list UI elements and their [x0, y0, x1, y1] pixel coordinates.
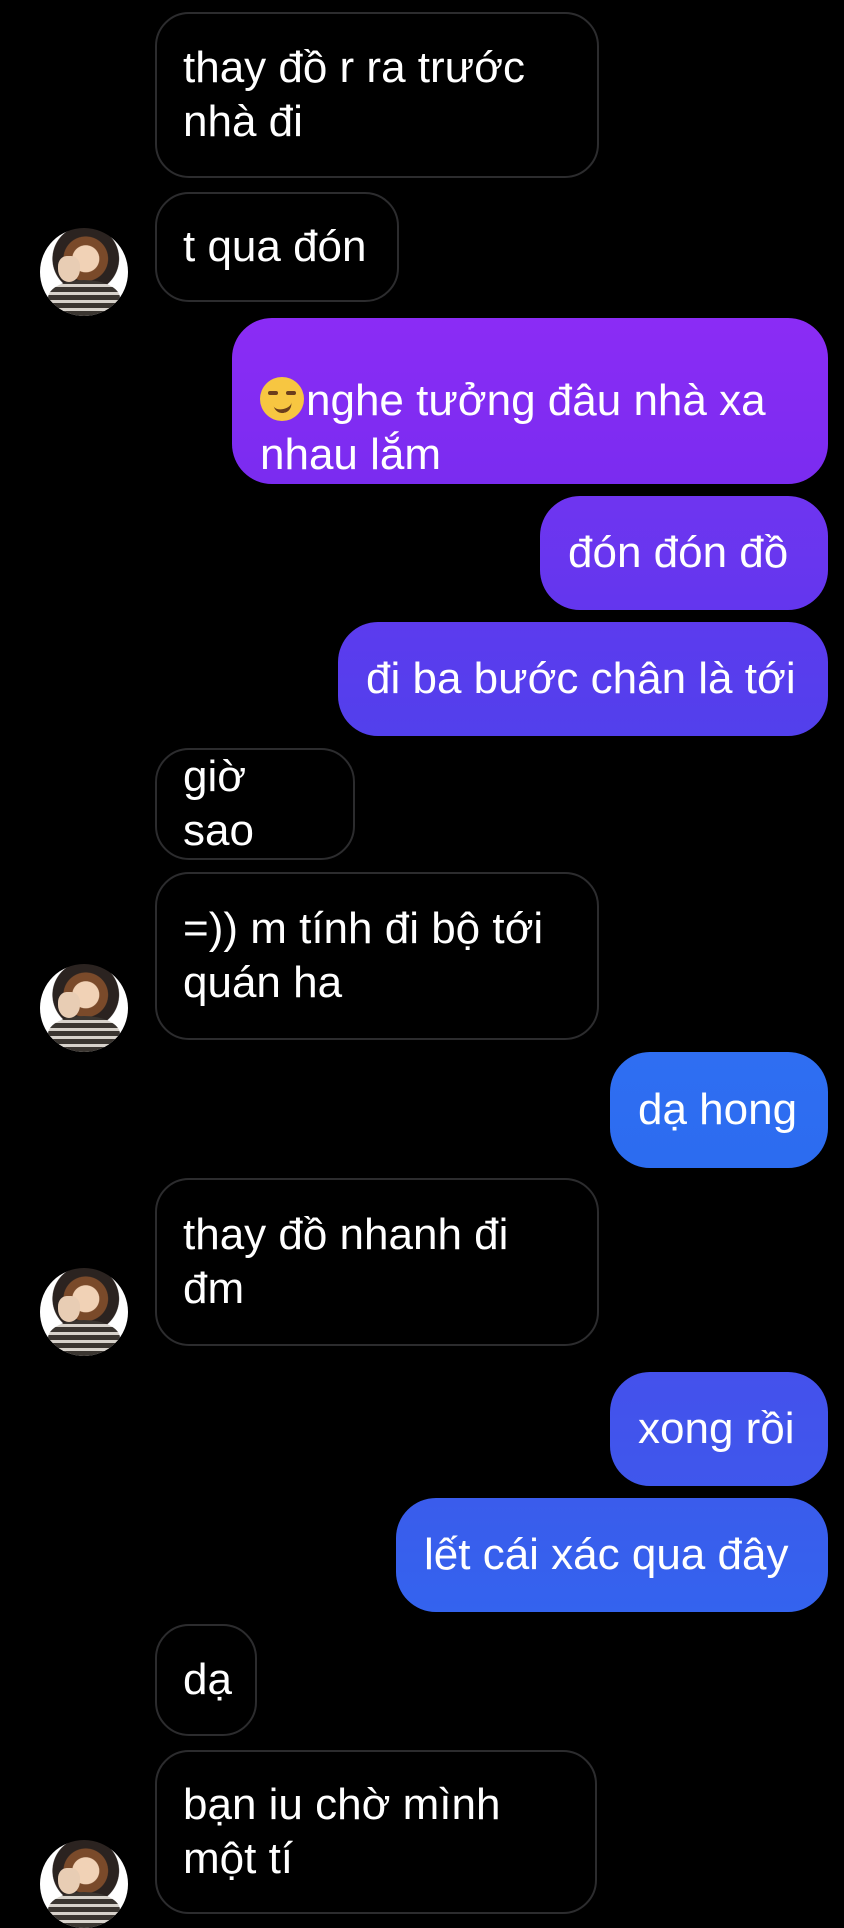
- message-text: giờ sao: [183, 752, 254, 855]
- message-bubble-received[interactable]: dạ: [155, 1624, 257, 1736]
- contact-avatar[interactable]: [40, 228, 128, 316]
- message-text: đi ba bước chân là tới: [366, 654, 796, 703]
- message-text: dạ: [183, 1655, 232, 1704]
- message-text: thay đồ nhanh đi đm: [183, 1210, 509, 1313]
- avatar-shirt: [48, 1320, 120, 1356]
- message-text: =)) m tính đi bộ tới quán ha: [183, 904, 544, 1007]
- message-text: t qua đón: [183, 222, 367, 271]
- message-bubble-received[interactable]: thay đồ r ra trước nhà đi: [155, 12, 599, 178]
- avatar-shirt: [48, 1016, 120, 1052]
- avatar-hand: [58, 256, 80, 282]
- message-bubble-sent[interactable]: dạ hong: [610, 1052, 828, 1168]
- avatar-hand: [58, 1868, 80, 1894]
- contact-avatar[interactable]: [40, 1840, 128, 1928]
- message-bubble-sent[interactable]: lết cái xác qua đây: [396, 1498, 828, 1612]
- message-bubble-sent[interactable]: xong rồi: [610, 1372, 828, 1486]
- message-bubble-received[interactable]: thay đồ nhanh đi đm: [155, 1178, 599, 1346]
- message-bubble-received[interactable]: bạn iu chờ mình một tí: [155, 1750, 597, 1914]
- message-text: nghe tưởng đâu nhà xa nhau lắm: [260, 320, 766, 482]
- avatar-shirt: [48, 280, 120, 316]
- message-text: thay đồ r ra trước nhà đi: [183, 43, 525, 146]
- message-text: dạ hong: [638, 1085, 798, 1134]
- message-text: lết cái xác qua đây: [424, 1530, 789, 1579]
- avatar-hand: [58, 992, 80, 1018]
- message-bubble-received[interactable]: t qua đón: [155, 192, 399, 302]
- message-bubble-sent[interactable]: nghe tưởng đâu nhà xa nhau lắm: [232, 318, 828, 484]
- message-text: đón đón đồ: [568, 528, 789, 577]
- screenshot-seam: [0, 1356, 844, 1360]
- contact-avatar[interactable]: [40, 964, 128, 1052]
- message-text-content: nghe tưởng đâu nhà xa nhau lắm: [260, 376, 766, 479]
- contact-avatar[interactable]: [40, 1268, 128, 1356]
- avatar-shirt: [48, 1892, 120, 1928]
- avatar-hand: [58, 1296, 80, 1322]
- smirking-face-icon: [260, 377, 304, 421]
- message-bubble-received[interactable]: =)) m tính đi bộ tới quán ha: [155, 872, 599, 1040]
- message-text: bạn iu chờ mình một tí: [183, 1780, 501, 1883]
- message-bubble-sent[interactable]: đi ba bước chân là tới: [338, 622, 828, 736]
- message-text: xong rồi: [638, 1404, 795, 1453]
- message-bubble-sent[interactable]: đón đón đồ: [540, 496, 828, 610]
- message-bubble-received[interactable]: giờ sao: [155, 748, 355, 860]
